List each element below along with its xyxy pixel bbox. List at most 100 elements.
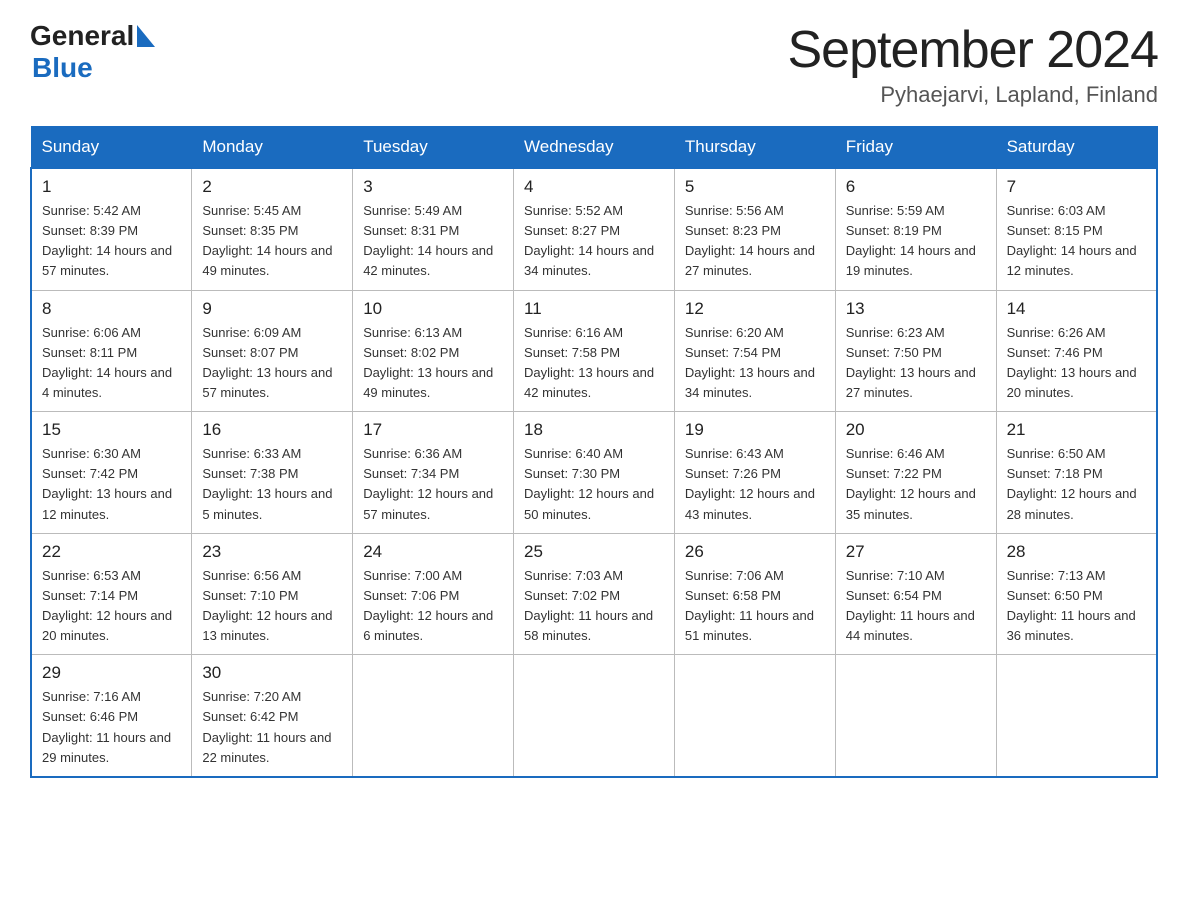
- day-number: 20: [846, 420, 986, 440]
- day-info: Sunrise: 6:46 AMSunset: 7:22 PMDaylight:…: [846, 444, 986, 525]
- calendar-day-cell: [674, 655, 835, 777]
- weekday-header-thursday: Thursday: [674, 127, 835, 169]
- calendar-week-row: 15Sunrise: 6:30 AMSunset: 7:42 PMDayligh…: [31, 412, 1157, 534]
- day-number: 21: [1007, 420, 1146, 440]
- calendar-day-cell: 3Sunrise: 5:49 AMSunset: 8:31 PMDaylight…: [353, 168, 514, 290]
- calendar-day-cell: 27Sunrise: 7:10 AMSunset: 6:54 PMDayligh…: [835, 533, 996, 655]
- calendar-day-cell: 1 Sunrise: 5:42 AMSunset: 8:39 PMDaylight…: [31, 168, 192, 290]
- calendar-day-cell: 28 Sunrise: 7:13 AMSunset: 6:50 PMDayligh…: [996, 533, 1157, 655]
- weekday-header-row: SundayMondayTuesdayWednesdayThursdayFrid…: [31, 127, 1157, 169]
- calendar-day-cell: 18 Sunrise: 6:40 AMSunset: 7:30 PMDayligh…: [514, 412, 675, 534]
- day-info: Sunrise: 6:13 AMSunset: 8:02 PMDaylight:…: [363, 323, 503, 404]
- day-number: 14: [1007, 299, 1146, 319]
- day-info: Sunrise: 6:30 AMSunset: 7:42 PMDaylight:…: [42, 444, 181, 525]
- day-info: Sunrise: 6:06 AMSunset: 8:11 PMDaylight:…: [42, 323, 181, 404]
- day-info: Sunrise: 6:23 AMSunset: 7:50 PMDaylight:…: [846, 323, 986, 404]
- calendar-day-cell: 4Sunrise: 5:52 AMSunset: 8:27 PMDaylight…: [514, 168, 675, 290]
- day-info: Sunrise: 5:42 AMSunset: 8:39 PMDaylight:…: [42, 201, 181, 282]
- day-info: Sunrise: 5:45 AMSunset: 8:35 PMDaylight:…: [202, 201, 342, 282]
- day-number: 13: [846, 299, 986, 319]
- logo: General Blue: [30, 20, 155, 84]
- calendar-day-cell: 8 Sunrise: 6:06 AMSunset: 8:11 PMDaylight…: [31, 290, 192, 412]
- day-number: 2: [202, 177, 342, 197]
- day-number: 5: [685, 177, 825, 197]
- day-number: 8: [42, 299, 181, 319]
- calendar-day-cell: 12 Sunrise: 6:20 AMSunset: 7:54 PMDayligh…: [674, 290, 835, 412]
- calendar-day-cell: 13 Sunrise: 6:23 AMSunset: 7:50 PMDayligh…: [835, 290, 996, 412]
- calendar-day-cell: 25Sunrise: 7:03 AMSunset: 7:02 PMDayligh…: [514, 533, 675, 655]
- day-info: Sunrise: 7:06 AMSunset: 6:58 PMDaylight:…: [685, 566, 825, 647]
- day-info: Sunrise: 6:40 AMSunset: 7:30 PMDaylight:…: [524, 444, 664, 525]
- day-number: 24: [363, 542, 503, 562]
- day-info: Sunrise: 6:53 AMSunset: 7:14 PMDaylight:…: [42, 566, 181, 647]
- day-info: Sunrise: 7:13 AMSunset: 6:50 PMDaylight:…: [1007, 566, 1146, 647]
- day-number: 12: [685, 299, 825, 319]
- day-info: Sunrise: 6:20 AMSunset: 7:54 PMDaylight:…: [685, 323, 825, 404]
- weekday-header-wednesday: Wednesday: [514, 127, 675, 169]
- calendar-week-row: 29Sunrise: 7:16 AMSunset: 6:46 PMDayligh…: [31, 655, 1157, 777]
- calendar-day-cell: 14 Sunrise: 6:26 AMSunset: 7:46 PMDayligh…: [996, 290, 1157, 412]
- day-number: 7: [1007, 177, 1146, 197]
- day-info: Sunrise: 6:50 AMSunset: 7:18 PMDaylight:…: [1007, 444, 1146, 525]
- logo-triangle-icon: [137, 25, 155, 52]
- weekday-header-sunday: Sunday: [31, 127, 192, 169]
- calendar-day-cell: [353, 655, 514, 777]
- weekday-header-monday: Monday: [192, 127, 353, 169]
- day-info: Sunrise: 6:56 AMSunset: 7:10 PMDaylight:…: [202, 566, 342, 647]
- day-info: Sunrise: 7:03 AMSunset: 7:02 PMDaylight:…: [524, 566, 664, 647]
- day-number: 27: [846, 542, 986, 562]
- day-info: Sunrise: 6:43 AMSunset: 7:26 PMDaylight:…: [685, 444, 825, 525]
- day-number: 17: [363, 420, 503, 440]
- day-number: 10: [363, 299, 503, 319]
- calendar-day-cell: 20 Sunrise: 6:46 AMSunset: 7:22 PMDayligh…: [835, 412, 996, 534]
- calendar-day-cell: 23 Sunrise: 6:56 AMSunset: 7:10 PMDayligh…: [192, 533, 353, 655]
- day-info: Sunrise: 6:03 AMSunset: 8:15 PMDaylight:…: [1007, 201, 1146, 282]
- calendar-day-cell: 29Sunrise: 7:16 AMSunset: 6:46 PMDayligh…: [31, 655, 192, 777]
- weekday-header-tuesday: Tuesday: [353, 127, 514, 169]
- calendar-title: September 2024: [788, 20, 1159, 80]
- day-number: 6: [846, 177, 986, 197]
- day-number: 23: [202, 542, 342, 562]
- logo-general-text: General: [30, 20, 134, 52]
- calendar-day-cell: 15Sunrise: 6:30 AMSunset: 7:42 PMDayligh…: [31, 412, 192, 534]
- day-info: Sunrise: 5:52 AMSunset: 8:27 PMDaylight:…: [524, 201, 664, 282]
- calendar-table: SundayMondayTuesdayWednesdayThursdayFrid…: [30, 126, 1158, 778]
- calendar-day-cell: 24 Sunrise: 7:00 AMSunset: 7:06 PMDayligh…: [353, 533, 514, 655]
- calendar-week-row: 1 Sunrise: 5:42 AMSunset: 8:39 PMDaylight…: [31, 168, 1157, 290]
- day-number: 26: [685, 542, 825, 562]
- calendar-day-cell: 7 Sunrise: 6:03 AMSunset: 8:15 PMDaylight…: [996, 168, 1157, 290]
- calendar-day-cell: 30Sunrise: 7:20 AMSunset: 6:42 PMDayligh…: [192, 655, 353, 777]
- day-info: Sunrise: 5:59 AMSunset: 8:19 PMDaylight:…: [846, 201, 986, 282]
- page-header: General Blue September 2024 Pyhaejarvi, …: [30, 20, 1158, 108]
- day-number: 11: [524, 299, 664, 319]
- calendar-day-cell: 11Sunrise: 6:16 AMSunset: 7:58 PMDayligh…: [514, 290, 675, 412]
- day-number: 1: [42, 177, 181, 197]
- day-info: Sunrise: 6:33 AMSunset: 7:38 PMDaylight:…: [202, 444, 342, 525]
- day-number: 22: [42, 542, 181, 562]
- calendar-day-cell: 5 Sunrise: 5:56 AMSunset: 8:23 PMDaylight…: [674, 168, 835, 290]
- calendar-day-cell: 16 Sunrise: 6:33 AMSunset: 7:38 PMDayligh…: [192, 412, 353, 534]
- day-number: 30: [202, 663, 342, 683]
- calendar-day-cell: [835, 655, 996, 777]
- day-number: 29: [42, 663, 181, 683]
- logo-blue-text: Blue: [32, 52, 93, 84]
- calendar-subtitle: Pyhaejarvi, Lapland, Finland: [788, 82, 1159, 108]
- calendar-day-cell: 17 Sunrise: 6:36 AMSunset: 7:34 PMDayligh…: [353, 412, 514, 534]
- day-info: Sunrise: 5:49 AMSunset: 8:31 PMDaylight:…: [363, 201, 503, 282]
- calendar-day-cell: 6 Sunrise: 5:59 AMSunset: 8:19 PMDaylight…: [835, 168, 996, 290]
- day-number: 18: [524, 420, 664, 440]
- day-info: Sunrise: 6:26 AMSunset: 7:46 PMDaylight:…: [1007, 323, 1146, 404]
- day-number: 28: [1007, 542, 1146, 562]
- day-info: Sunrise: 6:36 AMSunset: 7:34 PMDaylight:…: [363, 444, 503, 525]
- title-block: September 2024 Pyhaejarvi, Lapland, Finl…: [788, 20, 1159, 108]
- calendar-day-cell: 19Sunrise: 6:43 AMSunset: 7:26 PMDayligh…: [674, 412, 835, 534]
- day-info: Sunrise: 7:00 AMSunset: 7:06 PMDaylight:…: [363, 566, 503, 647]
- calendar-day-cell: 10 Sunrise: 6:13 AMSunset: 8:02 PMDayligh…: [353, 290, 514, 412]
- calendar-week-row: 22 Sunrise: 6:53 AMSunset: 7:14 PMDayligh…: [31, 533, 1157, 655]
- day-info: Sunrise: 6:09 AMSunset: 8:07 PMDaylight:…: [202, 323, 342, 404]
- calendar-day-cell: 22 Sunrise: 6:53 AMSunset: 7:14 PMDayligh…: [31, 533, 192, 655]
- weekday-header-friday: Friday: [835, 127, 996, 169]
- day-info: Sunrise: 5:56 AMSunset: 8:23 PMDaylight:…: [685, 201, 825, 282]
- day-number: 16: [202, 420, 342, 440]
- calendar-day-cell: 2 Sunrise: 5:45 AMSunset: 8:35 PMDaylight…: [192, 168, 353, 290]
